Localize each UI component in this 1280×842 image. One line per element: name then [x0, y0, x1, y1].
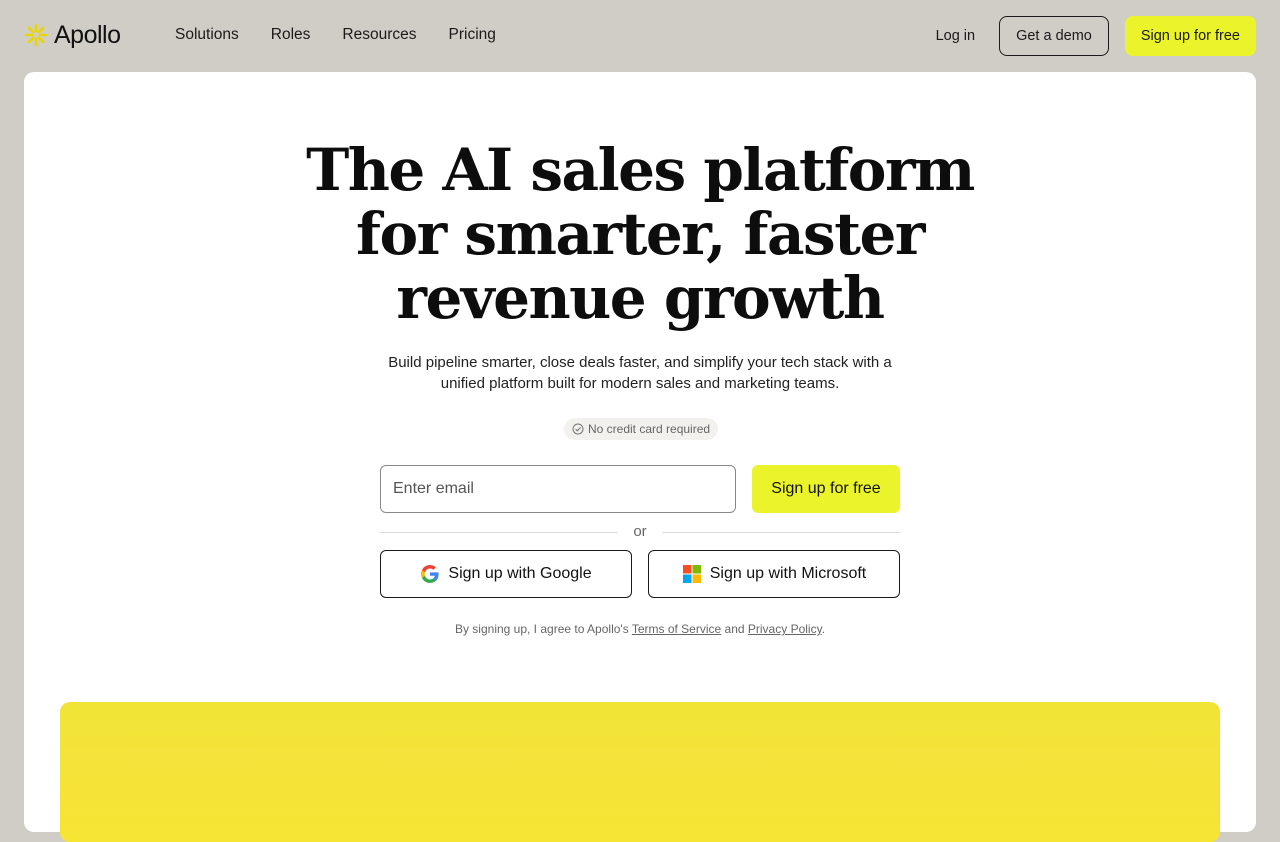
legal-notice: By signing up, I agree to Apollo's Terms…: [24, 622, 1256, 636]
login-link[interactable]: Log in: [936, 28, 976, 44]
microsoft-button-label: Sign up with Microsoft: [709, 565, 867, 582]
product-preview-panel: [60, 702, 1220, 842]
hero-title-line: revenue growth: [396, 264, 885, 332]
nav-signup-button[interactable]: Sign up for free: [1124, 16, 1256, 56]
nav-link-roles[interactable]: Roles: [271, 24, 311, 46]
hero-card: The AI sales platform for smarter, faste…: [24, 72, 1256, 842]
badge-label: No credit card required: [588, 422, 711, 436]
check-circle-icon: [572, 423, 584, 435]
nav-link-pricing[interactable]: Pricing: [449, 24, 496, 46]
legal-suffix: .: [821, 622, 826, 636]
divider-line: [662, 532, 900, 533]
apollo-logo[interactable]: Apollo: [24, 20, 121, 50]
hero-title-line: The AI sales platform: [306, 136, 975, 204]
hero-subtitle: Build pipeline smarter, close deals fast…: [388, 354, 892, 392]
nav-link-solutions[interactable]: Solutions: [175, 24, 239, 46]
nav-actions: Log in Get a demo Sign up for free: [936, 16, 1256, 56]
google-icon: [421, 564, 439, 583]
signup-submit-button[interactable]: Sign up for free: [752, 465, 900, 513]
no-credit-card-badge: No credit card required: [564, 418, 719, 440]
email-input[interactable]: [380, 465, 736, 513]
terms-link[interactable]: Terms of Service: [632, 622, 721, 636]
privacy-link[interactable]: Privacy Policy: [748, 622, 822, 636]
google-button-label: Sign up with Google: [448, 565, 592, 582]
top-nav: Apollo Solutions Roles Resources Pricing…: [0, 0, 1280, 72]
legal-prefix: By signing up, I agree to Apollo's: [454, 622, 632, 636]
legal-and: and: [721, 622, 748, 636]
microsoft-signup-button[interactable]: Sign up with Microsoft: [648, 550, 900, 598]
get-demo-button[interactable]: Get a demo: [999, 16, 1109, 56]
sunburst-icon: [24, 23, 48, 47]
hero-title: The AI sales platform for smarter, faste…: [24, 138, 1256, 330]
logo-wordmark: Apollo: [54, 20, 121, 49]
or-divider: or: [380, 522, 900, 542]
nav-link-resources[interactable]: Resources: [342, 24, 416, 46]
hero-title-line: for smarter, faster: [356, 200, 925, 268]
google-signup-button[interactable]: Sign up with Google: [380, 550, 632, 598]
microsoft-icon: [682, 565, 701, 583]
nav-links: Solutions Roles Resources Pricing: [175, 24, 496, 46]
